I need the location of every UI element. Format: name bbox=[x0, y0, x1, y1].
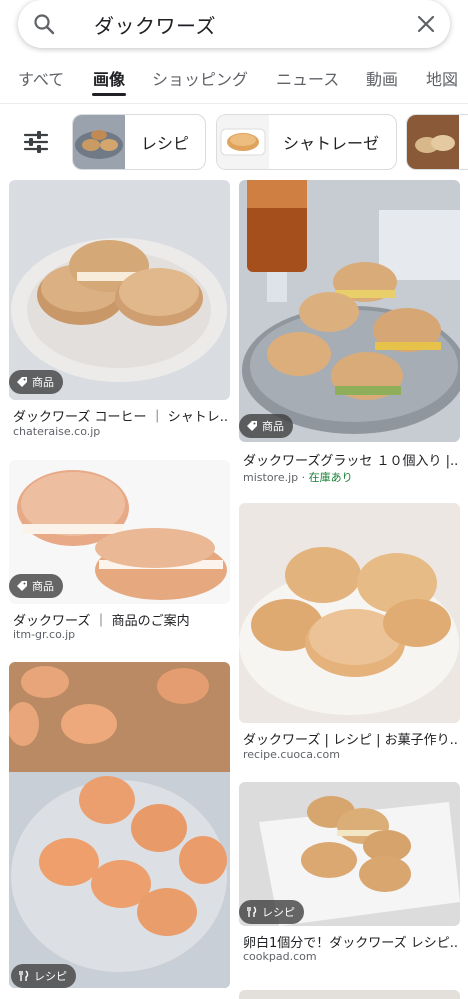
tab-news[interactable]: ニュース bbox=[276, 66, 339, 90]
result-source: cookpad.com bbox=[243, 950, 317, 963]
tag-icon bbox=[247, 421, 257, 431]
fork-knife-icon bbox=[19, 970, 29, 981]
result-source: mistore.jp · 在庫あり bbox=[243, 469, 353, 485]
stock-status: 在庫あり bbox=[308, 471, 353, 484]
chip-more-thumbnail bbox=[407, 115, 459, 169]
chip-recipe-thumbnail bbox=[73, 115, 125, 169]
close-icon[interactable] bbox=[414, 12, 438, 36]
product-badge: 商品 bbox=[239, 414, 293, 438]
result-image[interactable] bbox=[239, 180, 460, 442]
result-title[interactable]: ダックワーズグラッセ １０個入り |... bbox=[243, 450, 459, 469]
badge-label: 商品 bbox=[32, 376, 54, 389]
fork-knife-icon bbox=[247, 906, 257, 917]
result-source: recipe.cuoca.com bbox=[243, 748, 340, 761]
image-result[interactable]: ダックワーズ | レシピ | お菓子作り... recipe.cuoca.com bbox=[239, 503, 460, 765]
result-source: chateraise.co.jp bbox=[13, 425, 101, 438]
badge-label: レシピ bbox=[262, 906, 295, 919]
image-result[interactable]: 商品 ダックワーズ ｜ 商品のご案内 itm-gr.co.jp bbox=[9, 460, 230, 645]
search-input[interactable]: ダックワーズ bbox=[94, 10, 216, 39]
search-tabs: すべて 画像 ショッピング ニュース 動画 地図 bbox=[0, 60, 468, 100]
chip-chateraise-thumbnail bbox=[217, 115, 269, 169]
tab-videos[interactable]: 動画 bbox=[366, 66, 398, 90]
image-result[interactable]: レシピ 卵白1個分で！ダックワーズ レシピ... cookpad.com bbox=[239, 782, 460, 967]
tag-icon bbox=[17, 377, 27, 387]
result-title[interactable]: 卵白1個分で！ダックワーズ レシピ... bbox=[243, 932, 459, 951]
tab-shopping[interactable]: ショッピング bbox=[152, 66, 248, 90]
result-source: itm-gr.co.jp bbox=[13, 628, 76, 641]
result-image[interactable] bbox=[9, 662, 230, 988]
result-image[interactable] bbox=[9, 180, 230, 400]
chip-recipe-label: レシピ bbox=[141, 134, 190, 153]
filter-tune-icon[interactable] bbox=[22, 128, 50, 156]
recipe-badge: レシピ bbox=[239, 900, 304, 924]
tab-maps[interactable]: 地図 bbox=[426, 66, 458, 90]
badge-label: 商品 bbox=[32, 580, 54, 593]
tag-icon bbox=[17, 581, 27, 591]
result-source-domain: mistore.jp bbox=[243, 471, 299, 484]
source-separator: · bbox=[298, 471, 309, 484]
chip-chateraise[interactable]: シャトレーゼ bbox=[216, 114, 397, 170]
active-tab-indicator bbox=[92, 93, 126, 96]
tab-images[interactable]: 画像 bbox=[93, 66, 125, 90]
search-bar[interactable]: ダックワーズ bbox=[18, 0, 450, 48]
result-title[interactable]: ダックワーズ | レシピ | お菓子作り... bbox=[243, 729, 459, 748]
image-result[interactable] bbox=[239, 990, 460, 999]
chip-recipe[interactable]: レシピ bbox=[72, 114, 206, 170]
search-icon[interactable] bbox=[32, 12, 56, 36]
image-result[interactable]: 商品 ダックワーズグラッセ １０個入り |... mistore.jp · 在庫… bbox=[239, 180, 460, 485]
product-badge: 商品 bbox=[9, 370, 63, 394]
product-badge: 商品 bbox=[9, 574, 63, 598]
image-result[interactable]: レシピ bbox=[9, 662, 230, 992]
badge-label: 商品 bbox=[262, 420, 284, 433]
badge-label: レシピ bbox=[34, 970, 67, 983]
result-title[interactable]: ダックワーズ ｜ 商品のご案内 bbox=[13, 610, 229, 629]
result-title[interactable]: ダックワーズ コーヒー ｜ シャトレ... bbox=[13, 406, 229, 425]
divider bbox=[0, 103, 468, 104]
result-image[interactable] bbox=[239, 503, 460, 723]
image-result[interactable]: 商品 ダックワーズ コーヒー ｜ シャトレ... chateraise.co.j… bbox=[9, 180, 230, 440]
chip-chateraise-label: シャトレーゼ bbox=[283, 134, 380, 153]
tab-all[interactable]: すべて bbox=[18, 66, 64, 90]
recipe-badge: レシピ bbox=[11, 964, 76, 988]
chip-more[interactable] bbox=[406, 114, 468, 170]
